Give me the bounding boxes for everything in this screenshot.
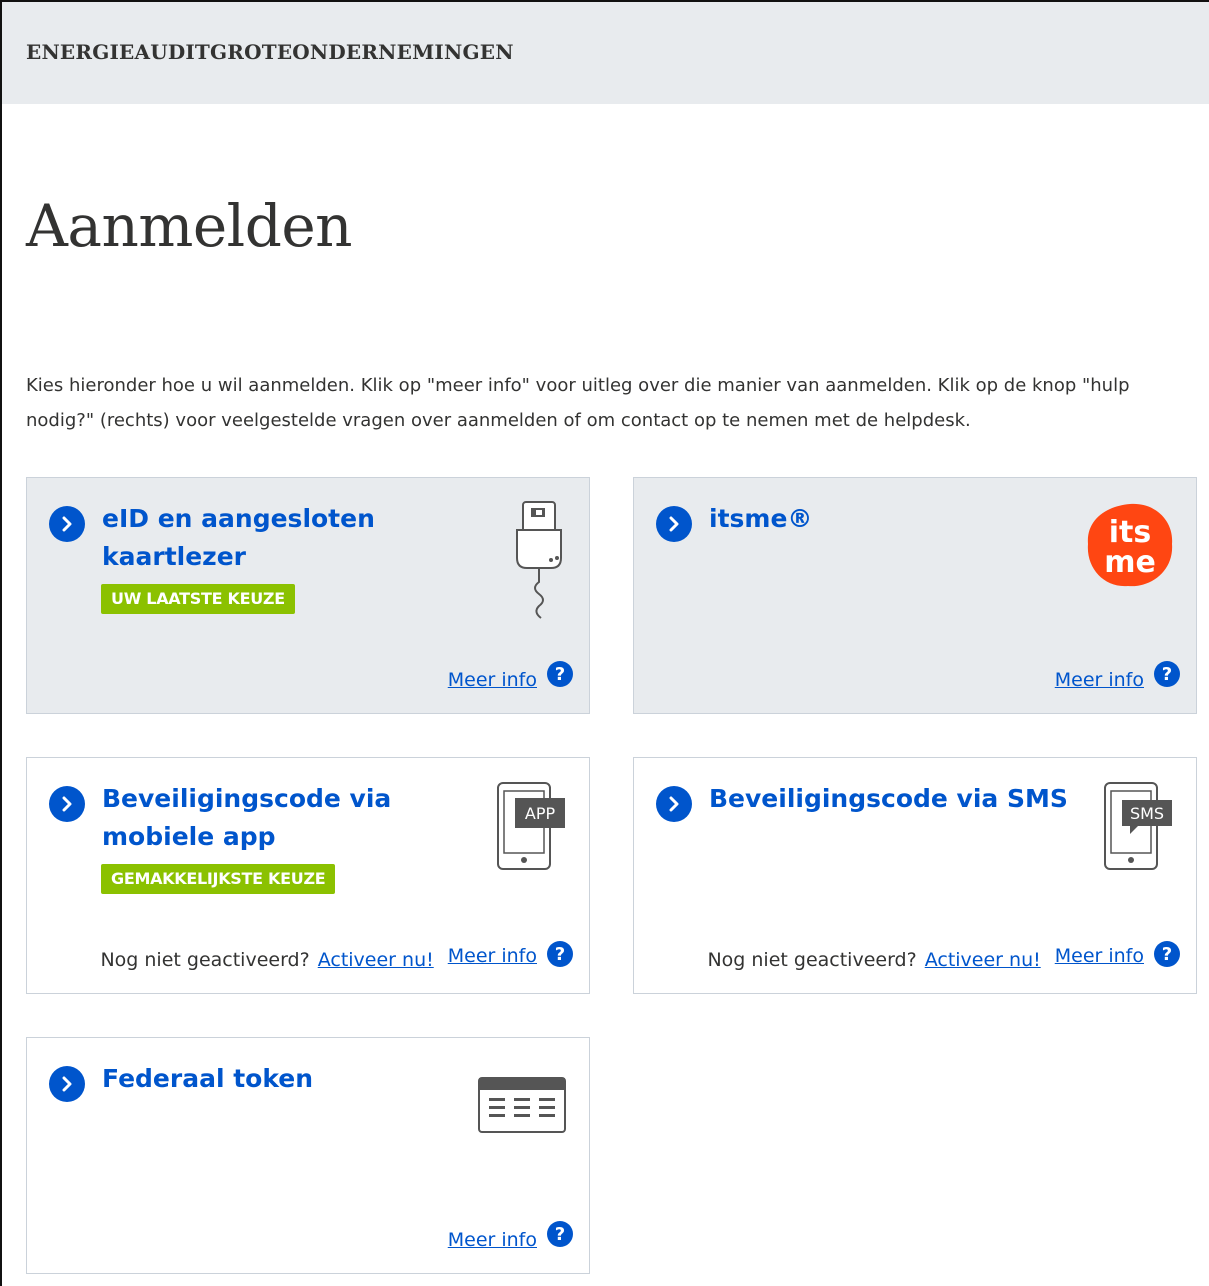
card-footer: Nog niet geactiveerd? Activeer nu! Meer …: [100, 941, 573, 973]
help-icon[interactable]: ?: [1154, 661, 1180, 687]
meer-info-link[interactable]: Meer info: [448, 1229, 537, 1251]
card-footer: Meer info ?: [1055, 661, 1180, 693]
login-option-eid[interactable]: eID en aangesloten kaartlezer UW LAATSTE…: [26, 477, 590, 714]
meer-info-link[interactable]: Meer info: [448, 669, 537, 691]
activate-now-link[interactable]: Activeer nu!: [318, 949, 434, 971]
site-brand[interactable]: ENERGIEAUDITGROTEONDERNEMINGEN: [26, 40, 514, 64]
phone-sms-icon: SMS: [1104, 782, 1172, 870]
easiest-choice-badge: GEMAKKELIJKSTE KEUZE: [101, 864, 336, 894]
chevron-right-icon: [656, 506, 692, 542]
login-option-itsme[interactable]: itsme® its me Meer info ?: [633, 477, 1197, 714]
help-icon[interactable]: ?: [547, 661, 573, 687]
login-option-title[interactable]: Beveiligingscode via SMS: [709, 780, 1089, 818]
login-option-title[interactable]: Federaal token: [102, 1060, 482, 1098]
svg-text:APP: APP: [525, 804, 556, 823]
card-footer: Nog niet geactiveerd? Activeer nu! Meer …: [707, 941, 1180, 973]
not-activated-text: Nog niet geactiveerd?: [100, 949, 310, 971]
login-option-title[interactable]: itsme®: [709, 500, 1089, 538]
itsme-logo: its me: [1087, 503, 1173, 587]
meer-info-link[interactable]: Meer info: [1055, 945, 1144, 967]
meer-info-link[interactable]: Meer info: [448, 945, 537, 967]
chevron-right-icon: [49, 786, 85, 822]
chevron-right-icon: [656, 786, 692, 822]
token-icon: [478, 1077, 566, 1133]
login-option-federal-token[interactable]: Federaal token Meer info ?: [26, 1037, 590, 1274]
meer-info-link[interactable]: Meer info: [1055, 669, 1144, 691]
login-option-mobile-app[interactable]: Beveiligingscode via mobiele app GEMAKKE…: [26, 757, 590, 994]
page-title: Aanmelden: [26, 192, 353, 260]
help-icon[interactable]: ?: [1154, 941, 1180, 967]
svg-text:SMS: SMS: [1130, 804, 1164, 823]
login-option-title[interactable]: eID en aangesloten kaartlezer: [102, 500, 482, 576]
intro-text: Kies hieronder hoe u wil aanmelden. Klik…: [26, 375, 1130, 431]
card-footer: Meer info ?: [448, 661, 573, 693]
chevron-right-icon: [49, 1066, 85, 1102]
card-footer: Meer info ?: [448, 1221, 573, 1253]
last-choice-badge: UW LAATSTE KEUZE: [101, 584, 295, 614]
help-icon[interactable]: ?: [547, 1221, 573, 1247]
help-icon[interactable]: ?: [547, 941, 573, 967]
card-reader-icon: [516, 501, 562, 619]
svg-text:me: me: [1104, 545, 1156, 580]
phone-app-icon: APP: [497, 782, 565, 870]
login-option-title[interactable]: Beveiligingscode via mobiele app: [102, 780, 482, 856]
login-option-sms[interactable]: Beveiligingscode via SMS SMS Nog niet ge…: [633, 757, 1197, 994]
activate-now-link[interactable]: Activeer nu!: [925, 949, 1041, 971]
top-bar: ENERGIEAUDITGROTEONDERNEMINGEN: [2, 2, 1209, 104]
not-activated-text: Nog niet geactiveerd?: [707, 949, 917, 971]
chevron-right-icon: [49, 506, 85, 542]
